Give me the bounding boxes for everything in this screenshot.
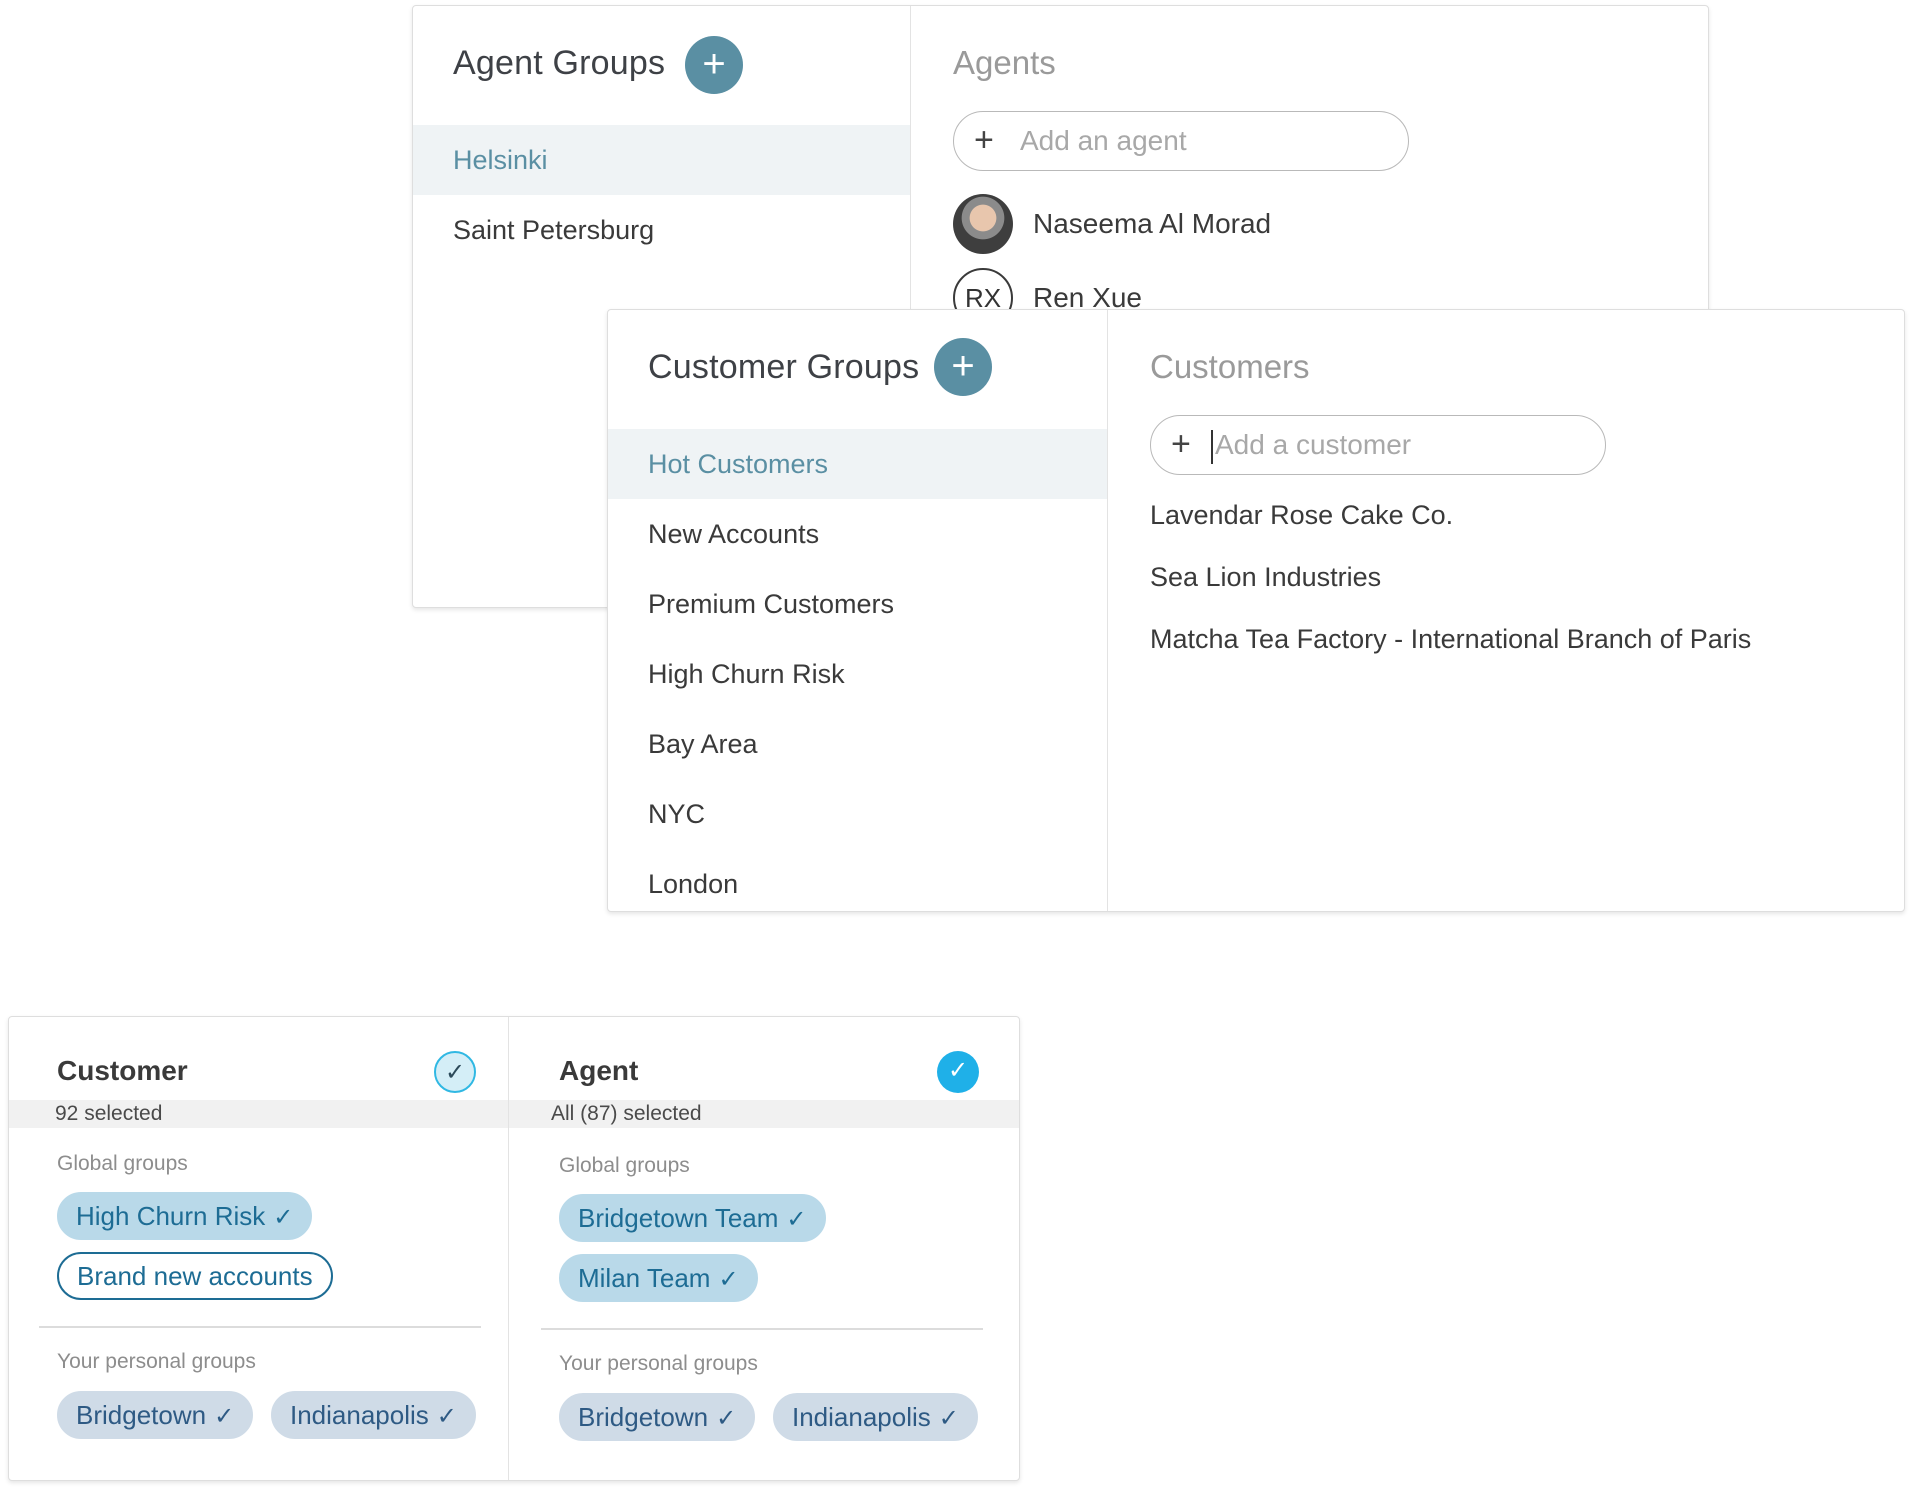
tag-label: Indianapolis (792, 1402, 931, 1432)
tag-bridgetown[interactable]: Bridgetown ✓ (57, 1391, 254, 1439)
check-icon: ✓ (786, 1206, 807, 1233)
customer-groups-title: Customer Groups (648, 348, 920, 386)
agent-name: Naseema Al Morad (1033, 208, 1272, 239)
partial-check-icon[interactable]: ✓ (434, 1051, 476, 1093)
group-selection-panel: Customer ✓ 92 selected Global groups Hig… (8, 1016, 1020, 1481)
check-icon: ✓ (938, 1405, 959, 1432)
plus-icon: + (1171, 425, 1191, 463)
add-agent-placeholder: Add an agent (1020, 125, 1187, 156)
customer-global-groups-label: Global groups (57, 1152, 188, 1175)
tag-label: Bridgetown (76, 1400, 207, 1430)
customer-groups-column: Customer Groups + Hot Customers New Acco… (608, 310, 1108, 911)
customers-column: Customers + Add a customer Lavendar Rose… (1108, 310, 1904, 911)
customer-group-item-nyc[interactable]: NYC (608, 779, 1107, 849)
add-customer-input[interactable]: + Add a customer (1150, 415, 1606, 475)
customers-title: Customers (1150, 348, 1310, 385)
text-cursor (1211, 429, 1213, 464)
agent-group-item-saint-petersburg[interactable]: Saint Petersburg (413, 195, 910, 265)
customer-groups-panel: Customer Groups + Hot Customers New Acco… (607, 309, 1905, 912)
customer-group-item-london[interactable]: London (608, 849, 1107, 911)
tag-milan-team[interactable]: Milan Team ✓ (559, 1254, 758, 1302)
agents-title: Agents (953, 44, 1056, 81)
customer-group-item-high-churn-risk[interactable]: High Churn Risk (608, 639, 1107, 709)
customer-group-item-new-accounts[interactable]: New Accounts (608, 499, 1107, 569)
check-icon: ✓ (716, 1405, 737, 1432)
add-agent-group-button[interactable]: + (685, 36, 743, 94)
plus-icon: + (974, 121, 994, 159)
tag-indianapolis[interactable]: Indianapolis ✓ (271, 1391, 476, 1439)
tag-label: High Churn Risk (76, 1201, 266, 1231)
customer-item[interactable]: Matcha Tea Factory - International Branc… (1150, 624, 1751, 655)
agent-selection-title: Agent (559, 1055, 639, 1086)
agent-groups-title: Agent Groups (453, 44, 666, 82)
agent-group-item-helsinki[interactable]: Helsinki (413, 125, 910, 195)
tag-label: Indianapolis (290, 1400, 429, 1430)
add-customer-placeholder: Add a customer (1215, 429, 1412, 460)
customer-group-item-hot-customers[interactable]: Hot Customers (608, 429, 1107, 499)
agent-personal-groups-label: Your personal groups (559, 1352, 758, 1375)
customer-selection-column: Customer ✓ 92 selected Global groups Hig… (9, 1017, 509, 1480)
customer-selection-title: Customer (57, 1055, 188, 1086)
customer-item[interactable]: Lavendar Rose Cake Co. (1150, 500, 1453, 531)
check-icon: ✓ (273, 1204, 294, 1231)
divider (541, 1328, 983, 1330)
check-icon[interactable]: ✓ (937, 1051, 979, 1093)
customer-group-item-bay-area[interactable]: Bay Area (608, 709, 1107, 779)
add-customer-field: Add a customer (1211, 416, 1411, 473)
customer-selected-count: 92 selected (9, 1100, 508, 1128)
divider (39, 1326, 481, 1328)
avatar (953, 194, 1013, 254)
add-agent-input[interactable]: + Add an agent (953, 111, 1409, 171)
check-icon: ✓ (436, 1403, 457, 1430)
tag-indianapolis[interactable]: Indianapolis ✓ (773, 1393, 978, 1441)
customer-item[interactable]: Sea Lion Industries (1150, 562, 1381, 593)
tag-brand-new-accounts[interactable]: Brand new accounts (57, 1252, 333, 1300)
tag-label: Bridgetown Team (578, 1203, 779, 1233)
tag-bridgetown[interactable]: Bridgetown ✓ (559, 1393, 756, 1441)
agent-selected-count: All (87) selected (509, 1100, 1019, 1128)
tag-label: Brand new accounts (77, 1261, 313, 1291)
tag-bridgetown-team[interactable]: Bridgetown Team ✓ (559, 1194, 826, 1242)
customer-personal-groups-label: Your personal groups (57, 1350, 256, 1373)
add-customer-group-button[interactable]: + (934, 338, 992, 396)
agent-global-groups-label: Global groups (559, 1154, 690, 1177)
customer-group-item-premium-customers[interactable]: Premium Customers (608, 569, 1107, 639)
agent-selection-column: Agent ✓ All (87) selected Global groups … (509, 1017, 1019, 1480)
tag-high-churn-risk[interactable]: High Churn Risk ✓ (57, 1192, 313, 1240)
tag-label: Milan Team (578, 1263, 711, 1293)
check-icon: ✓ (718, 1266, 739, 1293)
tag-label: Bridgetown (578, 1402, 709, 1432)
check-icon: ✓ (214, 1403, 235, 1430)
